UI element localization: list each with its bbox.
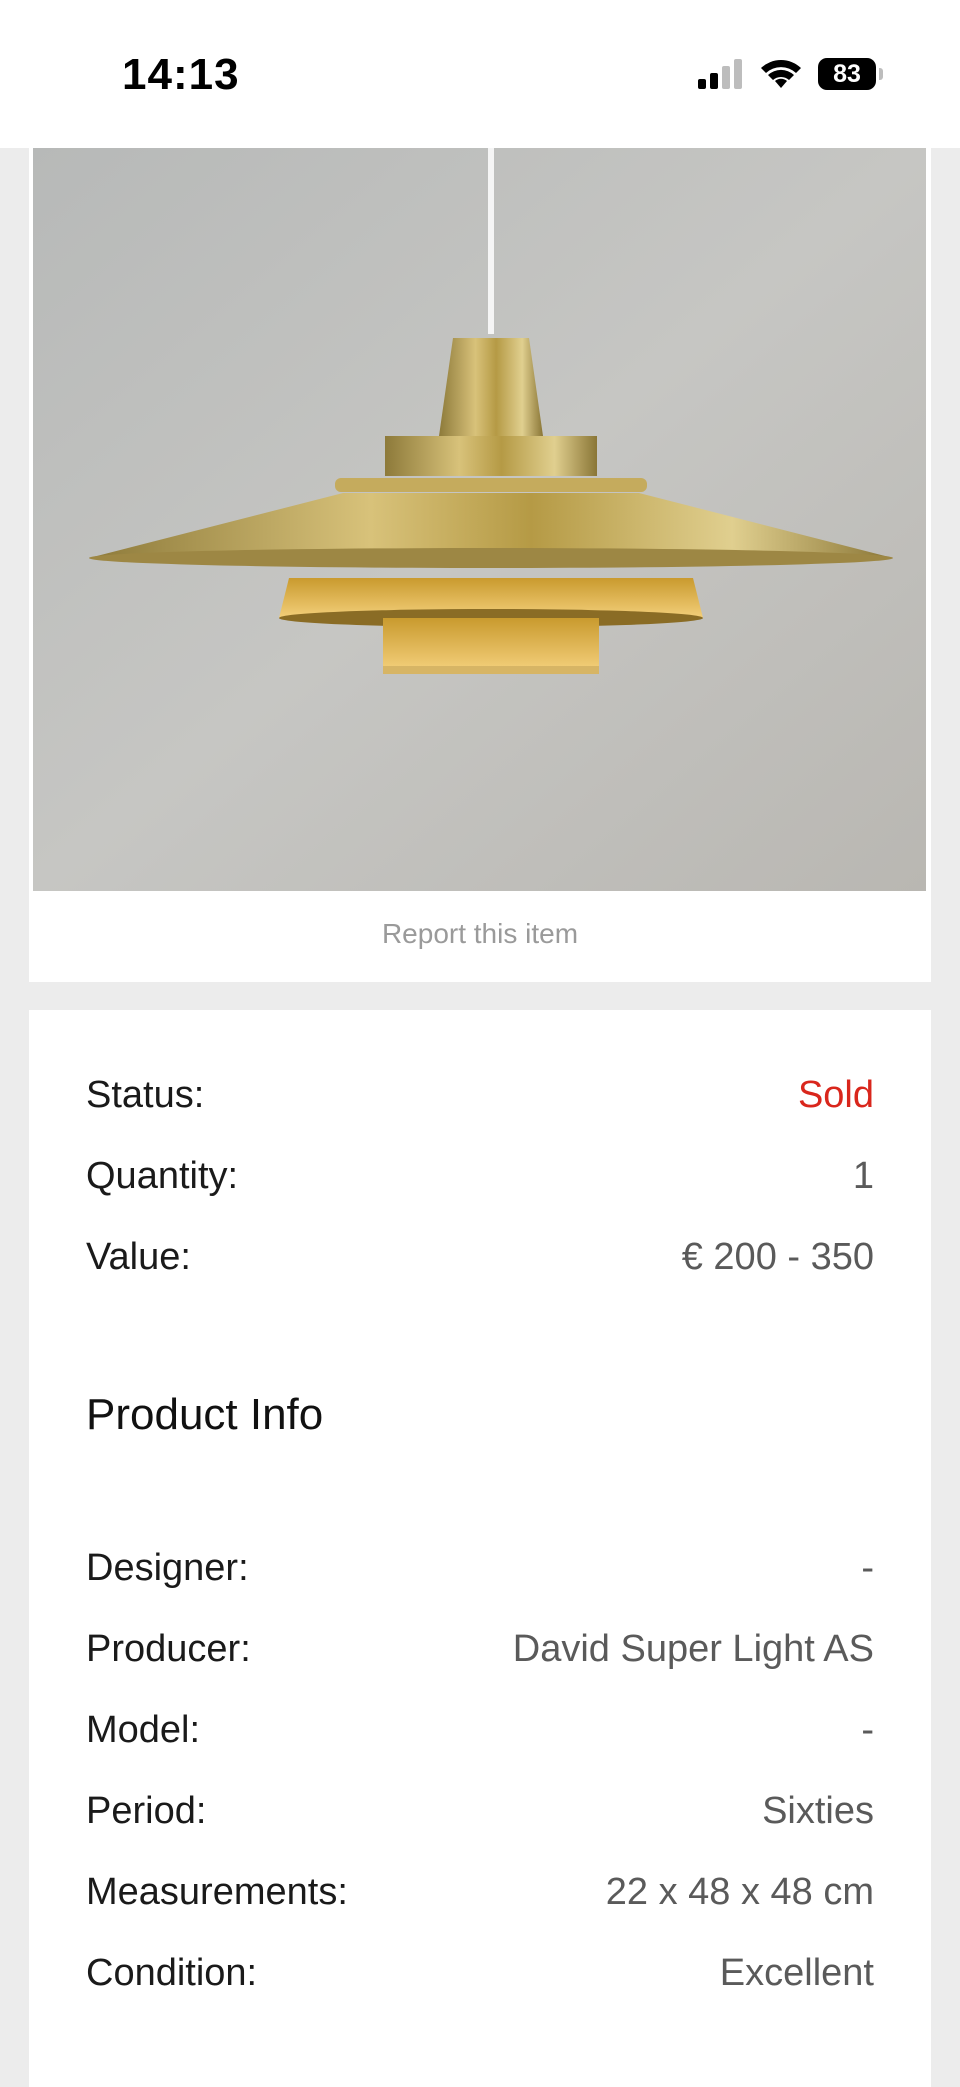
model-row: Model: - xyxy=(86,1705,874,1755)
wifi-icon xyxy=(761,60,801,88)
status-label: Status: xyxy=(86,1073,205,1116)
model-value: - xyxy=(861,1708,874,1751)
designer-row: Designer: - xyxy=(86,1543,874,1593)
period-row: Period: Sixties xyxy=(86,1786,874,1836)
condition-label: Condition: xyxy=(86,1951,258,1994)
quantity-row: Quantity: 1 xyxy=(86,1151,874,1201)
condition-value: Excellent xyxy=(719,1951,874,1994)
producer-row: Producer: David Super Light AS xyxy=(86,1624,874,1674)
report-item-link[interactable]: Report this item xyxy=(0,918,960,950)
signal-icon xyxy=(698,59,742,89)
measurements-row: Measurements: 22 x 48 x 48 cm xyxy=(86,1867,874,1917)
status-value: Sold xyxy=(797,1073,874,1116)
model-label: Model: xyxy=(86,1708,201,1751)
condition-row: Condition: Excellent xyxy=(86,1948,874,1998)
status-icons: 83 xyxy=(698,58,883,90)
designer-value: - xyxy=(861,1546,874,1589)
product-info-title: Product Info xyxy=(86,1390,324,1439)
clock: 14:13 xyxy=(122,50,240,99)
value-value: € 200 - 350 xyxy=(681,1235,874,1278)
designer-label: Designer: xyxy=(86,1546,249,1589)
measurements-value: 22 x 48 x 48 cm xyxy=(605,1870,874,1913)
battery-icon: 83 xyxy=(818,58,883,90)
status-bar: 14:13 83 xyxy=(0,0,960,148)
product-image-card xyxy=(29,148,931,982)
value-label: Value: xyxy=(86,1235,191,1278)
quantity-label: Quantity: xyxy=(86,1154,239,1197)
status-row: Status: Sold xyxy=(86,1070,874,1120)
measurements-label: Measurements: xyxy=(86,1870,348,1913)
period-value: Sixties xyxy=(762,1789,874,1832)
producer-label: Producer: xyxy=(86,1627,251,1670)
brass-pendant-lamp-image xyxy=(33,148,926,891)
quantity-value: 1 xyxy=(852,1154,874,1197)
producer-value: David Super Light AS xyxy=(512,1627,874,1670)
period-label: Period: xyxy=(86,1789,207,1832)
product-image[interactable] xyxy=(33,148,926,891)
value-row: Value: € 200 - 350 xyxy=(86,1232,874,1282)
